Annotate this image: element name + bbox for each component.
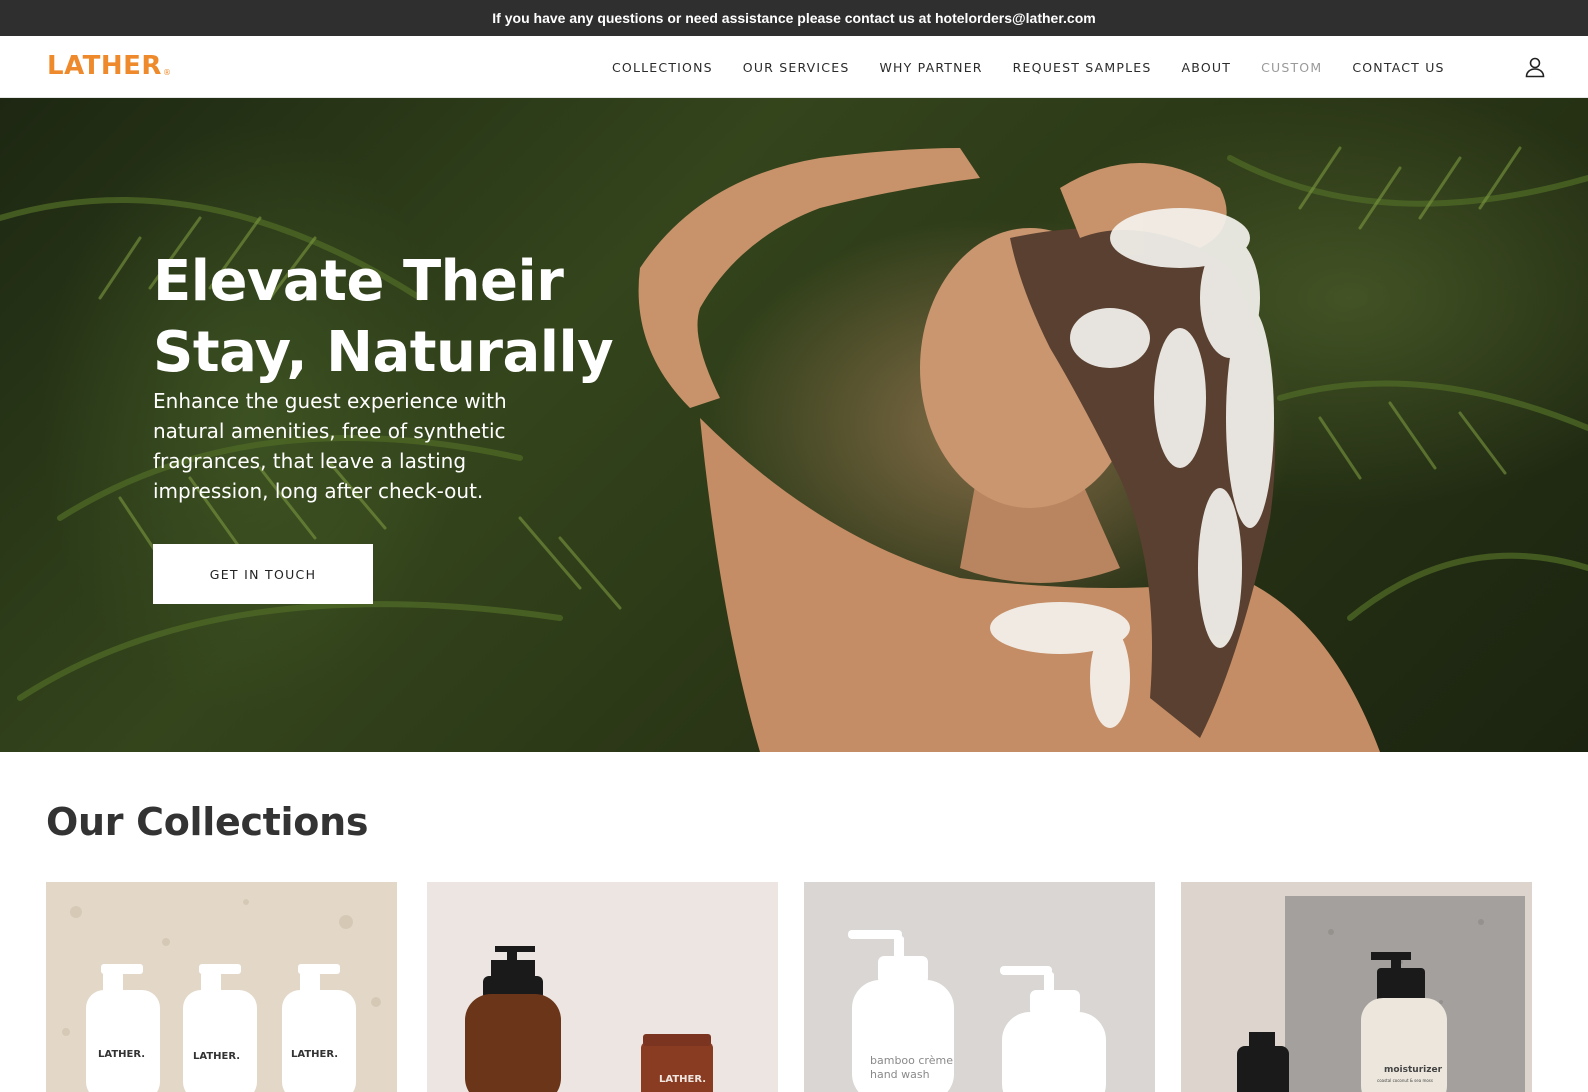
hero-title: Elevate Their Stay, Naturally [153,246,673,388]
user-icon[interactable] [1523,55,1547,79]
hero-title-line-2: Stay, Naturally [153,320,614,385]
announcement-text: If you have any questions or need assist… [492,10,1096,26]
collection-card[interactable]: moisturizer coastal coconut & sea moss [1181,882,1532,1092]
collection-card[interactable]: LATHER. LATHER. LATHER. [46,882,397,1092]
hero-title-line-1: Elevate Their [153,249,564,314]
collections-title: Our Collections [46,800,369,844]
collection-card-image: LATHER. LATHER. LATHER. [46,882,397,1092]
card-label: bamboo crème [870,1054,953,1067]
logo[interactable]: LATHER ® [47,51,171,81]
site-header: LATHER ® COLLECTIONS OUR SERVICES WHY PAR… [0,36,1588,98]
card-label: LATHER. [98,1049,145,1060]
logo-text: LATHER [47,51,162,81]
collection-card[interactable]: LATHER. [427,882,778,1092]
card-label: LATHER. [659,1074,706,1085]
collections-grid: LATHER. LATHER. LATHER. LATHER. bamboo c… [46,882,1542,1092]
card-label: LATHER. [193,1051,240,1062]
main-nav: COLLECTIONS OUR SERVICES WHY PARTNER REQ… [612,36,1475,98]
card-label: moisturizer [1384,1065,1443,1075]
nav-custom[interactable]: CUSTOM [1261,60,1322,75]
card-label: LATHER. [291,1049,338,1060]
nav-why-partner[interactable]: WHY PARTNER [879,60,982,75]
collection-card-image: LATHER. [427,882,778,1092]
hero-subtitle: Enhance the guest experience with natura… [153,389,507,503]
announcement-bar: If you have any questions or need assist… [0,0,1588,36]
collection-card-image: moisturizer coastal coconut & sea moss [1181,882,1532,1092]
nav-request-samples[interactable]: REQUEST SAMPLES [1013,60,1152,75]
card-label: coastal coconut & sea moss [1377,1078,1433,1083]
nav-our-services[interactable]: OUR SERVICES [743,60,850,75]
collection-card[interactable]: bamboo crème hand wash [804,882,1155,1092]
card-label: hand wash [870,1068,930,1081]
nav-collections[interactable]: COLLECTIONS [612,60,713,75]
logo-registered-mark: ® [162,68,172,77]
nav-about[interactable]: ABOUT [1182,60,1232,75]
collection-card-image: bamboo crème hand wash [804,882,1155,1092]
hero-banner: Elevate Their Stay, Naturally Enhance th… [0,98,1588,752]
get-in-touch-button[interactable]: GET IN TOUCH [153,544,373,604]
nav-contact-us[interactable]: CONTACT US [1352,60,1444,75]
